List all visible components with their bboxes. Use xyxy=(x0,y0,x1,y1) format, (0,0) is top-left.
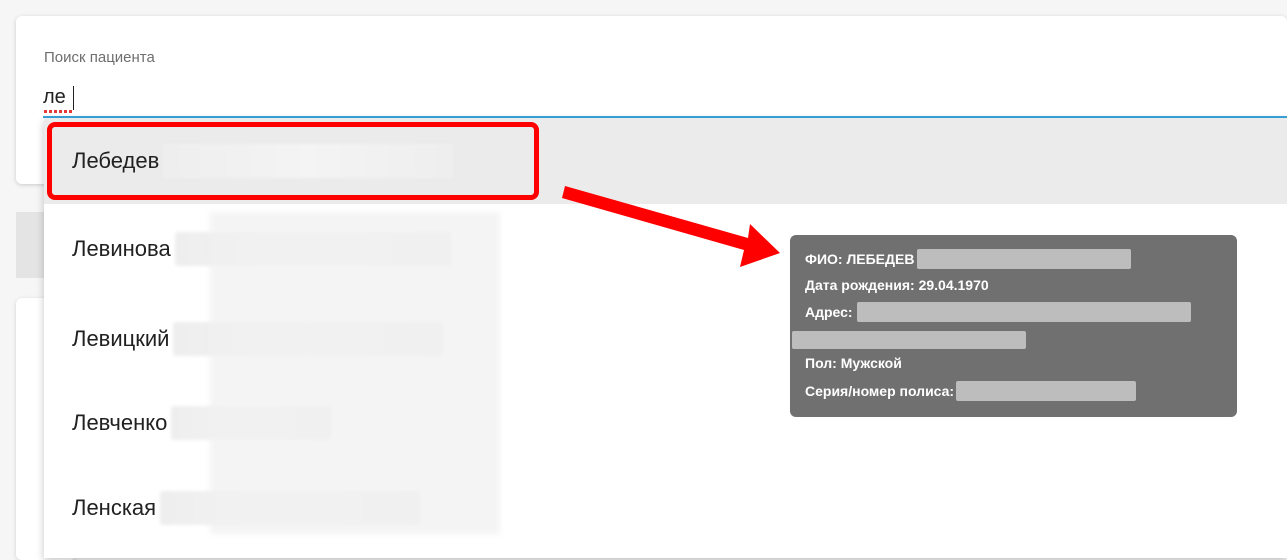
tooltip-fio-label: ФИО: ЛЕБЕДЕВ xyxy=(805,251,915,267)
tooltip-sex-line: Пол: Мужской xyxy=(805,355,902,371)
tooltip-fio-line: ФИО: ЛЕБЕДЕВ xyxy=(805,249,1132,269)
redacted-address xyxy=(856,302,1191,322)
redacted-address-continuation xyxy=(792,331,1026,349)
tooltip-birth-line: Дата рождения: 29.04.1970 xyxy=(805,277,989,293)
patient-info-tooltip: ФИО: ЛЕБЕДЕВ Дата рождения: 29.04.1970 А… xyxy=(790,235,1237,417)
redacted-policy xyxy=(956,381,1137,401)
tooltip-address-label: Адрес: xyxy=(805,304,853,320)
tooltip-policy-label: Серия/номер полиса: xyxy=(805,383,955,399)
redacted-fio xyxy=(917,249,1132,269)
tooltip-policy-line: Серия/номер полиса: xyxy=(805,381,1137,401)
tooltip-address-line: Адрес: xyxy=(805,302,1191,322)
